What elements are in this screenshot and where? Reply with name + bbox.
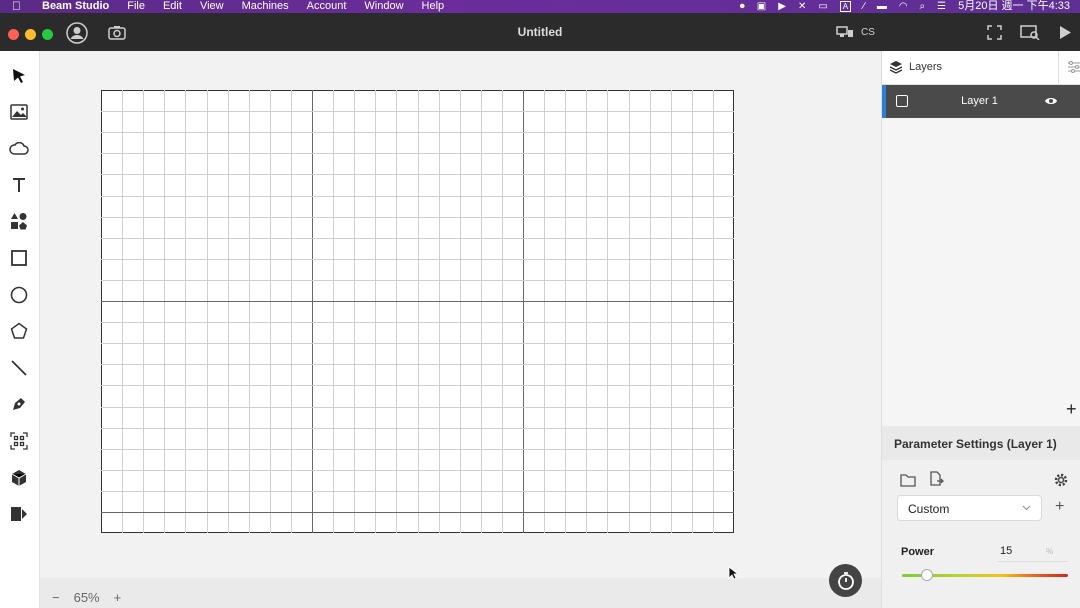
parameter-settings-title: Parameter Settings (Layer 1) bbox=[894, 437, 1057, 451]
box-icon[interactable] bbox=[8, 467, 30, 489]
right-panel: Layers Layer 1 + Parameter Settings (Lay… bbox=[881, 51, 1080, 608]
zoom-control: − 65% + bbox=[52, 590, 121, 605]
cursor-icon[interactable] bbox=[8, 65, 30, 87]
left-toolbar bbox=[0, 51, 40, 608]
layers-header: Layers bbox=[882, 51, 1080, 85]
add-layer-button[interactable]: + bbox=[1066, 399, 1077, 420]
power-value: 15 bbox=[1000, 545, 1013, 557]
fullscreen-icon[interactable] bbox=[987, 25, 1002, 43]
layers-icon bbox=[889, 61, 903, 74]
mute-icon[interactable]: ✕ bbox=[798, 0, 806, 13]
parameter-settings-body: Custom + Power 15 % bbox=[882, 460, 1080, 608]
time-estimate-button[interactable] bbox=[829, 564, 862, 597]
cs-label[interactable]: CS bbox=[861, 27, 875, 38]
grid bbox=[101, 90, 734, 533]
machine-select-icon[interactable] bbox=[836, 25, 854, 42]
run-icon[interactable] bbox=[1059, 25, 1072, 43]
rectangle-icon[interactable] bbox=[8, 247, 30, 269]
layer-row[interactable]: Layer 1 bbox=[882, 85, 1080, 118]
screenshot-icon[interactable]: ▣ bbox=[757, 0, 766, 13]
layer-settings-icon[interactable] bbox=[1067, 60, 1080, 74]
pencil-icon[interactable]: ∕ bbox=[863, 0, 865, 13]
mouse-cursor-icon bbox=[728, 566, 738, 580]
polygon-icon[interactable] bbox=[8, 320, 30, 342]
add-preset-button[interactable]: + bbox=[1055, 498, 1064, 516]
qr-code-icon[interactable] bbox=[8, 430, 30, 452]
dmkt-icon[interactable] bbox=[8, 503, 30, 525]
line-icon[interactable] bbox=[8, 357, 30, 379]
menu-edit[interactable]: Edit bbox=[163, 0, 182, 13]
power-label: Power bbox=[901, 546, 935, 558]
menu-window[interactable]: Window bbox=[364, 0, 403, 13]
menu-view[interactable]: View bbox=[200, 0, 224, 13]
preset-value: Custom bbox=[908, 502, 950, 516]
menu-app-name[interactable]: Beam Studio bbox=[42, 0, 109, 13]
preset-select[interactable]: Custom bbox=[897, 495, 1042, 521]
zoom-level[interactable]: 65% bbox=[74, 590, 100, 605]
ellipse-icon[interactable] bbox=[8, 284, 30, 306]
zoom-in-button[interactable]: + bbox=[114, 590, 122, 605]
menu-account[interactable]: Account bbox=[307, 0, 347, 13]
menubar-clock[interactable]: 5月20日 週一 下午4:33 bbox=[958, 0, 1070, 13]
layers-title[interactable]: Layers bbox=[909, 61, 942, 73]
bottom-bar bbox=[40, 578, 881, 608]
battery-icon[interactable]: ▬ bbox=[877, 0, 887, 13]
apple-icon[interactable]:  bbox=[12, 0, 26, 13]
window-title: Untitled bbox=[517, 25, 563, 39]
work-area[interactable] bbox=[101, 90, 734, 533]
record-icon[interactable]: ⏺ bbox=[740, 0, 745, 13]
folder-icon[interactable] bbox=[900, 473, 916, 487]
text-icon[interactable] bbox=[8, 174, 30, 196]
play-circle-icon[interactable]: ▶ bbox=[778, 0, 786, 13]
spotlight-icon[interactable]: ⌕ bbox=[920, 0, 926, 13]
stopwatch-icon bbox=[837, 571, 854, 590]
elements-icon[interactable] bbox=[8, 210, 30, 232]
eye-icon[interactable] bbox=[1044, 96, 1058, 106]
status-icons: ⏺ ▣ ▶ ✕ ▭ A ∕ ▬ ◠ ⌕ ☰ 5月20日 週一 下午4:33 bbox=[740, 0, 1070, 13]
export-icon[interactable] bbox=[928, 471, 944, 487]
input-source-icon[interactable]: A bbox=[839, 1, 852, 12]
title-bar: Untitled CS bbox=[0, 13, 1080, 51]
power-unit: % bbox=[1046, 547, 1054, 556]
preview-icon[interactable] bbox=[1020, 25, 1040, 43]
power-slider-thumb[interactable] bbox=[920, 569, 933, 581]
keyboard-icon[interactable]: ▭ bbox=[818, 0, 827, 13]
pen-icon[interactable] bbox=[8, 393, 30, 415]
menu-bar:  Beam Studio File Edit View Machines Ac… bbox=[0, 0, 1080, 13]
cloud-icon[interactable] bbox=[8, 138, 30, 160]
menu-machines[interactable]: Machines bbox=[242, 0, 289, 13]
gear-icon[interactable] bbox=[1053, 472, 1069, 488]
control-center-icon[interactable]: ☰ bbox=[937, 0, 946, 13]
divider bbox=[1058, 51, 1059, 85]
power-input[interactable]: 15 % bbox=[998, 542, 1068, 562]
menu-help[interactable]: Help bbox=[422, 0, 445, 13]
chevron-down-icon bbox=[1022, 505, 1031, 511]
zoom-out-button[interactable]: − bbox=[52, 590, 60, 605]
menu-file[interactable]: File bbox=[127, 0, 145, 13]
wifi-icon[interactable]: ◠ bbox=[899, 0, 908, 13]
image-icon[interactable] bbox=[8, 101, 30, 123]
power-slider[interactable] bbox=[902, 569, 1068, 581]
parameter-settings-header: Parameter Settings (Layer 1) bbox=[882, 426, 1080, 460]
